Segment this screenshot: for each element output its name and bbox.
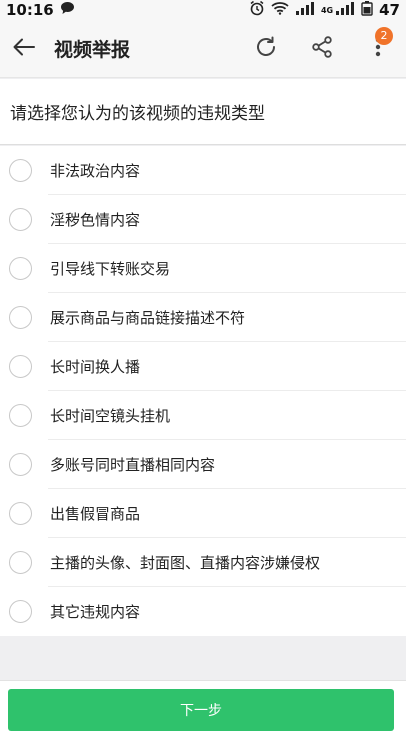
radio-button[interactable] [9,600,32,623]
alarm-icon [249,0,265,20]
radio-button[interactable] [9,355,32,378]
app-header: 视频举报 2 [0,20,406,78]
battery-level: 47 [379,1,400,19]
battery-icon [361,0,373,20]
share-icon [310,35,334,63]
option-label: 出售假冒商品 [50,505,141,523]
network-type: 4G [320,5,334,15]
option-multi-account[interactable]: 多账号同时直播相同内容 [0,440,406,489]
radio-button[interactable] [9,404,32,427]
option-label: 非法政治内容 [50,162,141,180]
option-label: 长时间换人播 [50,358,141,376]
option-label: 主播的头像、封面图、直播内容涉嫌侵权 [50,554,321,572]
back-button[interactable] [0,20,48,78]
radio-button[interactable] [9,257,32,280]
more-button[interactable]: 2 [350,20,406,78]
option-label: 淫秽色情内容 [50,211,141,229]
option-other[interactable]: 其它违规内容 [0,587,406,636]
chat-icon [60,1,75,19]
radio-button[interactable] [9,502,32,525]
wifi-icon [271,1,289,19]
option-label: 展示商品与商品链接描述不符 [50,309,246,327]
option-empty-shot-idle[interactable]: 长时间空镜头挂机 [0,391,406,440]
radio-button[interactable] [9,306,32,329]
next-step-button[interactable]: 下一步 [8,689,394,731]
notification-badge: 2 [375,26,393,45]
radio-button[interactable] [9,453,32,476]
option-offline-transfer[interactable]: 引导线下转账交易 [0,244,406,293]
question-prompt: 请选择您认为的该视频的违规类型 [0,79,406,145]
radio-button[interactable] [9,551,32,574]
radio-button[interactable] [9,208,32,231]
share-button[interactable] [294,20,350,78]
option-pornographic[interactable]: 淫秽色情内容 [0,195,406,244]
violation-options-list: 非法政治内容 淫秽色情内容 引导线下转账交易 展示商品与商品链接描述不符 长时间… [0,146,406,636]
refresh-icon [253,34,279,64]
status-time: 10:16 [6,1,54,19]
option-counterfeit[interactable]: 出售假冒商品 [0,489,406,538]
refresh-button[interactable] [238,20,294,78]
back-arrow-icon [13,38,35,60]
option-infringement[interactable]: 主播的头像、封面图、直播内容涉嫌侵权 [0,538,406,587]
status-bar: 10:16 4G 47 [0,0,406,20]
option-host-swap[interactable]: 长时间换人播 [0,342,406,391]
signal-icon [295,1,315,19]
option-product-mismatch[interactable]: 展示商品与商品链接描述不符 [0,293,406,342]
page-title: 视频举报 [54,39,131,61]
option-label: 多账号同时直播相同内容 [50,456,216,474]
option-label: 引导线下转账交易 [50,260,171,278]
option-label: 其它违规内容 [50,603,141,621]
radio-button[interactable] [9,159,32,182]
option-label: 长时间空镜头挂机 [50,407,171,425]
signal-icon-2 [335,1,355,19]
option-illegal-political[interactable]: 非法政治内容 [0,146,406,195]
